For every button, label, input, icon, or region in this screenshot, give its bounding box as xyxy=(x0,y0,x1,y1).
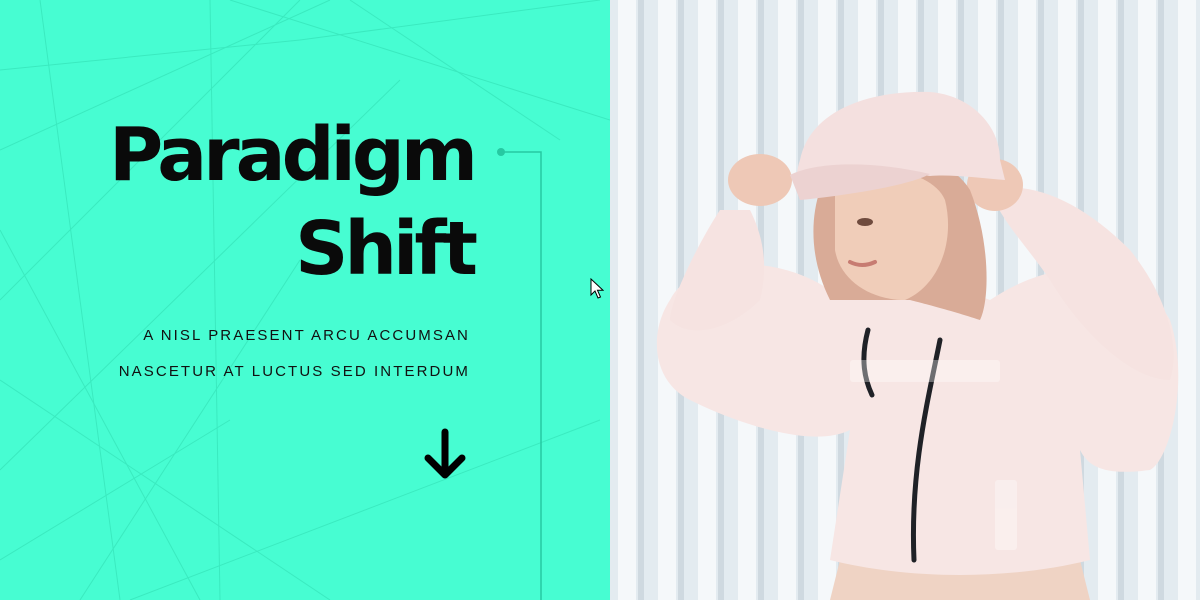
hero-photo xyxy=(610,0,1200,600)
mouse-cursor-icon xyxy=(590,278,604,299)
hero-subtitle: A NISL PRAESENT ARCU ACCUMSAN NASCETUR A… xyxy=(119,318,470,390)
title-line-2: Shift xyxy=(295,206,478,292)
title-line-1: Paradigm xyxy=(108,112,478,198)
hero-text-panel: Paradigm Shift A NISL PRAESENT ARCU ACCU… xyxy=(0,0,610,600)
model-in-hoodie-photo xyxy=(610,0,1200,600)
subtitle-line-1: A NISL PRAESENT ARCU ACCUMSAN xyxy=(143,327,470,344)
page-title: Paradigm Shift xyxy=(108,108,478,296)
arrow-down-icon[interactable] xyxy=(422,428,468,482)
hero-section: Paradigm Shift A NISL PRAESENT ARCU ACCU… xyxy=(0,0,1200,600)
subtitle-line-2: NASCETUR AT LUCTUS SED INTERDUM xyxy=(118,363,470,380)
background-line-pattern xyxy=(0,0,610,600)
